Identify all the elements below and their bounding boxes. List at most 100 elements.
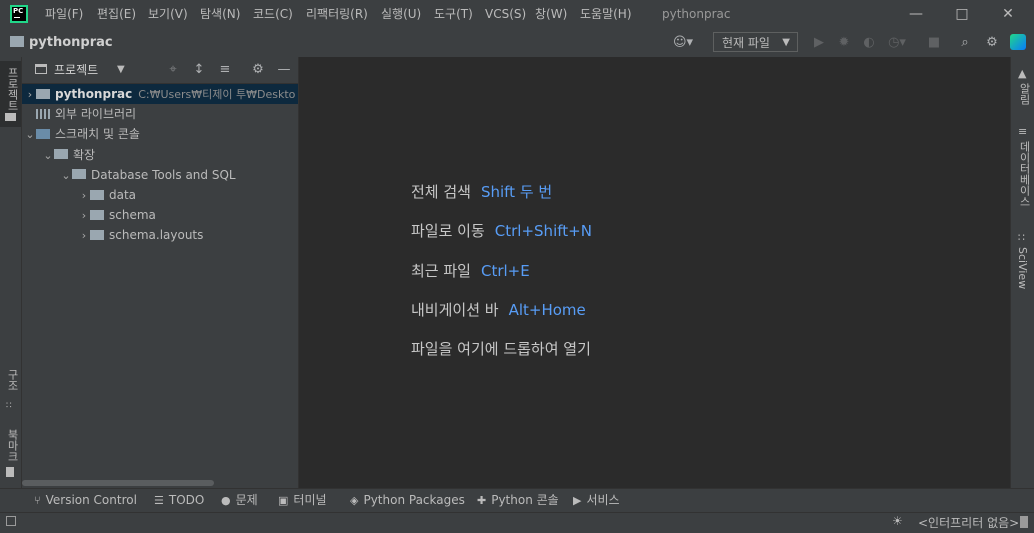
project-view-icon bbox=[35, 64, 47, 74]
menu-item-1[interactable]: 편집(E) bbox=[97, 0, 136, 29]
maximize-button[interactable]: □ bbox=[939, 0, 985, 29]
editor-hint: 최근 파일 Ctrl+E bbox=[411, 260, 530, 281]
debug-icon[interactable]: ✹ bbox=[835, 34, 853, 52]
structure-icon: ∷ bbox=[6, 401, 12, 411]
tree-item-label: pythonprac bbox=[55, 87, 133, 101]
locate-target-icon[interactable]: ⌖ bbox=[164, 61, 182, 79]
panel-options-gear-icon[interactable]: ⚙ bbox=[249, 61, 267, 79]
expand-chevron-icon[interactable]: › bbox=[78, 206, 90, 226]
interpreter-status[interactable]: <인터프리터 없음> bbox=[918, 513, 1019, 533]
coverage-icon[interactable]: ◐ bbox=[860, 34, 878, 52]
right-tool-strip: ▲ 알림 ≡ 데이터베이스 ∷ SciView bbox=[1010, 57, 1034, 488]
tree-item[interactable]: ⌄ Database Tools and SQL bbox=[60, 165, 236, 186]
tree-item[interactable]: ⌄ 스크래치 및 콘솔 bbox=[24, 124, 140, 144]
left-tool-strip: 프로젝트 구조 ∷ 북마크 bbox=[0, 57, 22, 488]
horizontal-scrollbar[interactable] bbox=[22, 480, 214, 486]
expand-chevron-icon[interactable]: ⌄ bbox=[60, 166, 72, 186]
editor-hint: 파일을 여기에 드롭하여 열기 bbox=[411, 338, 591, 359]
lock-icon[interactable] bbox=[1020, 516, 1028, 528]
expand-chevron-icon[interactable]: › bbox=[78, 226, 90, 246]
python-icon: ✚ bbox=[477, 494, 487, 507]
stop-icon[interactable]: ■ bbox=[925, 34, 943, 52]
database-tool-button[interactable]: ≡ 데이터베이스 bbox=[1011, 123, 1034, 215]
python-console-status-icon[interactable]: ☀ bbox=[892, 514, 903, 528]
expand-all-icon[interactable]: ↕ bbox=[190, 61, 208, 79]
tree-item[interactable]: › schema bbox=[78, 205, 156, 225]
menu-item-3[interactable]: 탐색(N) bbox=[200, 0, 240, 29]
terminal-tab[interactable]: ▣ 터미널 bbox=[278, 488, 327, 512]
bookmarks-tool-button[interactable]: 북마크 bbox=[0, 425, 21, 481]
breadcrumb-project[interactable]: pythonprac bbox=[29, 33, 113, 53]
search-icon[interactable]: ⌕ bbox=[956, 34, 974, 52]
sciview-tool-button[interactable]: ∷ SciView bbox=[1011, 229, 1034, 293]
tree-item[interactable]: › pythonprac C:₩Users₩티제이 투₩Desktop bbox=[24, 84, 296, 104]
services-tab[interactable]: ▶ 서비스 bbox=[573, 488, 620, 512]
tree-item-label: 확장 bbox=[73, 147, 96, 162]
close-button[interactable]: ✕ bbox=[985, 0, 1031, 29]
hide-panel-icon[interactable]: — bbox=[275, 61, 293, 79]
hint-text: 전체 검색 bbox=[411, 183, 471, 201]
folder-icon bbox=[36, 88, 50, 99]
tree-item-label: 외부 라이브러리 bbox=[55, 107, 137, 122]
status-bar: ☀ <인터프리터 없음> bbox=[0, 512, 1034, 533]
python-console-tab[interactable]: ✚ Python 콘솔 bbox=[477, 488, 559, 512]
tree-item-label: Database Tools and SQL bbox=[91, 167, 236, 182]
expand-chevron-icon[interactable]: › bbox=[24, 85, 36, 104]
tree-item-label: data bbox=[109, 188, 137, 202]
notifications-tool-button[interactable]: ▲ 알림 bbox=[1011, 65, 1034, 109]
view-mode-dropdown-icon[interactable]: ▼ bbox=[117, 57, 125, 83]
folder-icon bbox=[90, 229, 104, 240]
expand-chevron-icon[interactable]: ⌄ bbox=[24, 125, 36, 145]
tree-item[interactable]: ⌄ 확장 bbox=[42, 145, 95, 165]
navigation-bar bbox=[0, 29, 1034, 58]
run-icon[interactable]: ▶ bbox=[810, 34, 828, 52]
menu-item-7[interactable]: 도구(T) bbox=[434, 0, 473, 29]
tree-item[interactable]: › data bbox=[78, 185, 136, 205]
bottom-tab-label: TODO bbox=[168, 493, 205, 507]
jetbrains-toolbox-icon[interactable] bbox=[1010, 34, 1026, 50]
problems-icon: ● bbox=[221, 494, 231, 507]
expand-chevron-icon[interactable]: ⌄ bbox=[42, 146, 54, 166]
collapse-all-icon[interactable]: ≡ bbox=[216, 61, 234, 79]
settings-gear-icon[interactable]: ⚙ bbox=[983, 34, 1001, 52]
scratch-console-icon bbox=[36, 128, 50, 139]
version-control-tab[interactable]: ⑂ Version Control bbox=[34, 488, 137, 512]
project-tool-button[interactable]: 프로젝트 bbox=[0, 61, 21, 127]
list-icon: ☰ bbox=[154, 494, 164, 507]
layers-icon: ◈ bbox=[350, 494, 359, 507]
python-packages-tab[interactable]: ◈ Python Packages bbox=[350, 488, 465, 512]
user-dropdown-icon[interactable]: ☺▾ bbox=[672, 34, 694, 52]
branch-icon: ⑂ bbox=[34, 494, 41, 507]
menu-item-0[interactable]: 파일(F) bbox=[45, 0, 83, 29]
menu-item-5[interactable]: 리팩터링(R) bbox=[306, 0, 368, 29]
pycharm-logo-icon: PC bbox=[10, 5, 28, 23]
menu-item-10[interactable]: 도움말(H) bbox=[580, 0, 632, 29]
todo-tab[interactable]: ☰ TODO bbox=[154, 488, 204, 512]
tool-window-toggle-icon[interactable] bbox=[6, 516, 16, 526]
editor-hint: 파일로 이동 Ctrl+Shift+N bbox=[411, 220, 592, 241]
editor-hint: 내비게이션 바 Alt+Home bbox=[411, 299, 586, 320]
hint-text: 파일로 이동 bbox=[411, 222, 485, 241]
minimize-button[interactable]: — bbox=[893, 0, 939, 29]
menu-item-2[interactable]: 보기(V) bbox=[148, 0, 188, 29]
tree-item[interactable]: 외부 라이브러리 bbox=[24, 104, 136, 124]
bottom-tab-label: 터미널 bbox=[293, 493, 327, 507]
editor-empty-area[interactable] bbox=[299, 57, 1010, 488]
expand-chevron-icon[interactable]: › bbox=[78, 186, 90, 206]
run-configuration-select[interactable]: 현재 파일 ▼ bbox=[713, 32, 798, 52]
menu-item-8[interactable]: VCS(S) bbox=[485, 0, 526, 29]
menu-item-6[interactable]: 실행(U) bbox=[381, 0, 421, 29]
folder-icon bbox=[72, 169, 86, 180]
structure-tool-button[interactable]: 구조 ∷ bbox=[0, 365, 21, 411]
menu-item-9[interactable]: 창(W) bbox=[535, 0, 567, 29]
tree-item[interactable]: › schema.layouts bbox=[78, 225, 204, 246]
services-icon: ▶ bbox=[573, 494, 582, 507]
menu-item-4[interactable]: 코드(C) bbox=[253, 0, 293, 29]
tree-item-label: schema bbox=[109, 208, 156, 223]
panel-title: 프로젝트 bbox=[54, 63, 99, 77]
bell-icon: ▲ bbox=[1018, 67, 1027, 80]
sciview-grid-icon: ∷ bbox=[1018, 231, 1025, 244]
problems-tab[interactable]: ● 문제 bbox=[221, 488, 258, 512]
profile-icon[interactable]: ◷▾ bbox=[885, 34, 909, 52]
bottom-tab-label: 문제 bbox=[235, 493, 258, 507]
